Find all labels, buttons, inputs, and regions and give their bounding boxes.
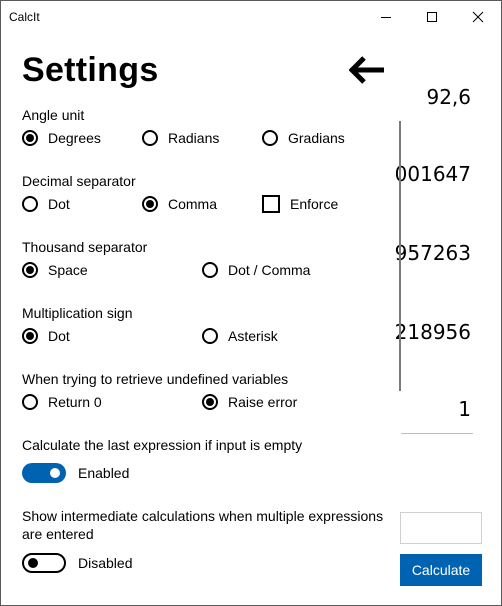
history-scrollbar[interactable] bbox=[399, 121, 401, 391]
app-window: CalcIt 92,6 001647 957263 218956 1 Calcu… bbox=[0, 0, 502, 606]
radio-label: Dot / Comma bbox=[228, 262, 311, 278]
multiplication-asterisk-radio[interactable]: Asterisk bbox=[202, 328, 278, 344]
decimal-dot-radio[interactable]: Dot bbox=[22, 196, 70, 212]
history-result-4: 218956 bbox=[394, 320, 471, 344]
radio-indicator bbox=[142, 130, 158, 146]
show-intermediate-label-line1: Show intermediate calculations when mult… bbox=[22, 508, 384, 524]
window-title: CalcIt bbox=[9, 10, 40, 24]
radio-label: Radians bbox=[168, 130, 220, 146]
angle-degrees-radio[interactable]: Degrees bbox=[22, 130, 101, 146]
radio-label: Comma bbox=[168, 196, 218, 212]
undefined-raise-error-radio[interactable]: Raise error bbox=[202, 394, 297, 410]
checkbox-indicator bbox=[262, 195, 280, 213]
minimize-button[interactable] bbox=[363, 1, 409, 33]
radio-indicator bbox=[22, 196, 38, 212]
calculate-button[interactable]: Calculate bbox=[400, 554, 482, 586]
radio-indicator bbox=[22, 328, 38, 344]
history-result-3: 957263 bbox=[394, 241, 471, 265]
radio-indicator bbox=[142, 196, 158, 212]
decimal-separator-label: Decimal separator bbox=[22, 173, 136, 189]
thousand-separator-label: Thousand separator bbox=[22, 239, 148, 255]
radio-indicator bbox=[22, 262, 38, 278]
radio-label: Raise error bbox=[228, 394, 298, 410]
maximize-icon bbox=[427, 12, 437, 22]
history-result-5: 1 bbox=[458, 397, 471, 421]
radio-indicator bbox=[202, 328, 218, 344]
enforce-checkbox[interactable]: Enforce bbox=[262, 195, 338, 213]
radio-indicator bbox=[262, 130, 278, 146]
page-title: Settings bbox=[22, 51, 159, 89]
radio-indicator bbox=[202, 262, 218, 278]
minimize-icon bbox=[381, 17, 391, 18]
title-bar: CalcIt bbox=[1, 1, 501, 33]
multiplication-sign-label: Multiplication sign bbox=[22, 305, 133, 321]
close-button[interactable] bbox=[455, 1, 501, 33]
radio-label: Degrees bbox=[48, 130, 101, 146]
angle-gradians-radio[interactable]: Gradians bbox=[262, 130, 345, 146]
toggle-switch bbox=[22, 463, 66, 483]
settings-panel: Settings Angle unit Degrees Radians Grad… bbox=[1, 33, 393, 605]
radio-label: Asterisk bbox=[228, 328, 278, 344]
close-icon bbox=[472, 11, 484, 23]
checkbox-label: Enforce bbox=[290, 196, 339, 212]
toggle-state-label: Enabled bbox=[78, 465, 130, 481]
show-intermediate-toggle[interactable]: Disabled bbox=[22, 553, 132, 573]
decimal-comma-radio[interactable]: Comma bbox=[142, 196, 217, 212]
multiplication-dot-radio[interactable]: Dot bbox=[22, 328, 70, 344]
expression-input[interactable] bbox=[400, 512, 482, 544]
radio-indicator bbox=[202, 394, 218, 410]
angle-unit-label: Angle unit bbox=[22, 107, 85, 123]
toggle-switch bbox=[22, 553, 66, 573]
calc-last-expression-label: Calculate the last expression if input i… bbox=[22, 437, 303, 453]
undefined-return-zero-radio[interactable]: Return 0 bbox=[22, 394, 102, 410]
history-result-2: 001647 bbox=[394, 162, 471, 186]
radio-label: Dot bbox=[48, 328, 70, 344]
maximize-button[interactable] bbox=[409, 1, 455, 33]
undefined-variables-label: When trying to retrieve undefined variab… bbox=[22, 371, 289, 387]
radio-label: Space bbox=[48, 262, 88, 278]
thousand-dot-comma-radio[interactable]: Dot / Comma bbox=[202, 262, 310, 278]
calc-last-expression-toggle[interactable]: Enabled bbox=[22, 463, 129, 483]
radio-label: Gradians bbox=[288, 130, 345, 146]
radio-label: Return 0 bbox=[48, 394, 102, 410]
radio-indicator bbox=[22, 394, 38, 410]
history-divider bbox=[401, 433, 473, 434]
toggle-state-label: Disabled bbox=[78, 555, 133, 571]
history-result-1: 92,6 bbox=[426, 85, 471, 109]
thousand-space-radio[interactable]: Space bbox=[22, 262, 88, 278]
back-arrow-icon[interactable] bbox=[349, 56, 385, 84]
radio-indicator bbox=[22, 130, 38, 146]
angle-radians-radio[interactable]: Radians bbox=[142, 130, 219, 146]
radio-label: Dot bbox=[48, 196, 70, 212]
show-intermediate-label-line2: are entered bbox=[22, 526, 94, 542]
